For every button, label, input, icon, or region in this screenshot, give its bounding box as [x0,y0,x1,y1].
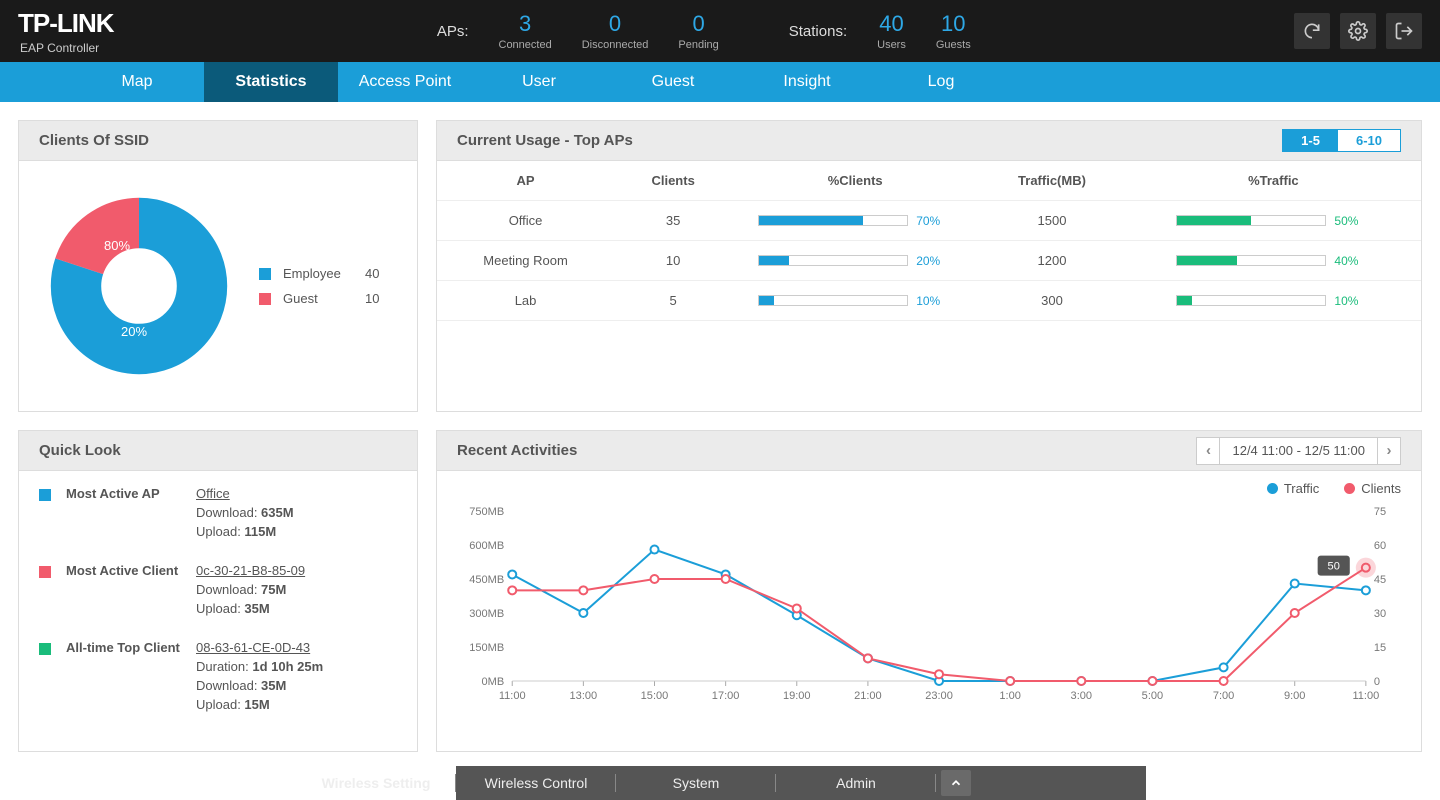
chevron-up-icon [949,776,963,790]
svg-text:450MB: 450MB [469,574,504,586]
legend-employee: Employee40 [259,266,379,281]
donut-pct-80: 80% [104,238,130,253]
nav-map[interactable]: Map [70,62,204,102]
seg-6-10[interactable]: 6-10 [1338,130,1400,151]
seg-1-5[interactable]: 1-5 [1283,130,1338,151]
svg-text:50: 50 [1328,561,1340,573]
quick-look-panel: Quick Look Most Active AP OfficeDownload… [18,430,418,752]
quick-look-link[interactable]: 0c-30-21-B8-85-09 [196,563,305,578]
quick-look-link[interactable]: Office [196,486,294,501]
bottom-tabs: Wireless Setting Wireless Control System… [296,766,1146,800]
refresh-icon [1302,21,1322,41]
stations-guests: 10Guests [936,11,971,51]
svg-text:750MB: 750MB [469,506,504,518]
ssid-legend: Employee40 Guest10 [259,266,379,306]
quick-look-link[interactable]: 08-63-61-CE-0D-43 [196,640,323,655]
svg-text:45: 45 [1374,574,1386,586]
legend-traffic: Traffic [1267,481,1319,496]
donut-pct-20: 20% [121,324,147,339]
svg-text:300MB: 300MB [469,608,504,620]
svg-text:1:00: 1:00 [999,690,1020,702]
svg-text:11:00: 11:00 [1352,690,1379,702]
top-aps-table: AP Clients %Clients Traffic(MB) %Traffic… [437,161,1421,321]
nav-user[interactable]: User [472,62,606,102]
tab-system[interactable]: System [616,766,776,800]
quick-look-item: Most Active AP OfficeDownload: 635MUploa… [39,486,397,543]
svg-text:19:00: 19:00 [783,690,811,702]
gear-icon [1348,21,1368,41]
tab-wireless-setting[interactable]: Wireless Setting [296,766,456,800]
svg-text:17:00: 17:00 [712,690,740,702]
svg-text:3:00: 3:00 [1071,690,1092,702]
expand-button[interactable] [941,770,971,796]
brand-block: TP-LINK EAP Controller [18,8,114,55]
recent-legend: Traffic Clients [457,481,1401,496]
range-next-button[interactable]: › [1377,437,1401,465]
table-row: Meeting Room10 20% 1200 40% [437,241,1421,281]
quick-look-item: Most Active Client 0c-30-21-B8-85-09Down… [39,563,397,620]
nav-guest[interactable]: Guest [606,62,740,102]
clients-ssid-panel: Clients Of SSID 80% 20% Employee40 Guest… [18,120,418,412]
header-stats: APs: 3Connected 0Disconnected 0Pending S… [437,11,971,51]
svg-text:15: 15 [1374,642,1386,654]
quick-look-item: All-time Top Client 08-63-61-CE-0D-43Dur… [39,640,397,716]
quick-look-title: Quick Look [19,431,417,471]
main-nav: Map Statistics Access Point User Guest I… [0,62,1440,102]
aps-connected: 3Connected [499,11,552,51]
nav-statistics[interactable]: Statistics [204,62,338,102]
aps-label: APs: [437,23,469,40]
svg-text:30: 30 [1374,608,1386,620]
recent-activities-panel: Recent Activities ‹ 12/4 11:00 - 12/5 11… [436,430,1422,752]
clients-ssid-title: Clients Of SSID [19,121,417,161]
range-label: 12/4 11:00 - 12/5 11:00 [1220,437,1377,465]
brand-name: TP-LINK [18,8,114,39]
top-aps-title: Current Usage - Top APs [457,132,633,149]
legend-clients: Clients [1344,481,1401,496]
svg-text:0: 0 [1374,676,1380,688]
recent-line-chart: 0MB 150MB 300MB 450MB 600MB 750MB 0 15 30 45 60 75 1… [457,501,1401,706]
refresh-button[interactable] [1294,13,1330,49]
svg-text:7:00: 7:00 [1213,690,1234,702]
recent-title: Recent Activities [457,442,577,459]
svg-text:150MB: 150MB [469,642,504,654]
svg-text:0MB: 0MB [481,676,504,688]
svg-text:23:00: 23:00 [925,690,953,702]
stations-users: 40Users [877,11,906,51]
range-prev-button[interactable]: ‹ [1196,437,1220,465]
svg-text:13:00: 13:00 [570,690,598,702]
brand-subtitle: EAP Controller [20,41,114,55]
legend-guest: Guest10 [259,291,379,306]
svg-text:5:00: 5:00 [1142,690,1163,702]
nav-insight[interactable]: Insight [740,62,874,102]
nav-access-point[interactable]: Access Point [338,62,472,102]
top-aps-panel: Current Usage - Top APs 1-5 6-10 AP Clie… [436,120,1422,412]
svg-text:60: 60 [1374,540,1386,552]
svg-text:11:00: 11:00 [499,690,526,702]
tab-admin[interactable]: Admin [776,766,936,800]
svg-text:9:00: 9:00 [1284,690,1305,702]
recent-range-pager: ‹ 12/4 11:00 - 12/5 11:00 › [1196,437,1401,465]
logout-icon [1394,21,1414,41]
table-row: Lab5 10% 300 10% [437,281,1421,321]
svg-text:75: 75 [1374,506,1386,518]
svg-text:21:00: 21:00 [854,690,882,702]
stations-label: Stations: [789,23,847,40]
table-row: Office35 70% 1500 50% [437,201,1421,241]
svg-text:15:00: 15:00 [641,690,669,702]
ssid-donut-chart: 80% 20% [49,196,229,376]
top-aps-pager: 1-5 6-10 [1282,129,1401,152]
tab-wireless-control[interactable]: Wireless Control [456,766,616,800]
logout-button[interactable] [1386,13,1422,49]
aps-disconnected: 0Disconnected [582,11,649,51]
svg-text:600MB: 600MB [469,540,504,552]
header-actions [1294,13,1422,49]
aps-pending: 0Pending [678,11,718,51]
top-header: TP-LINK EAP Controller APs: 3Connected 0… [0,0,1440,62]
nav-log[interactable]: Log [874,62,1008,102]
settings-button[interactable] [1340,13,1376,49]
